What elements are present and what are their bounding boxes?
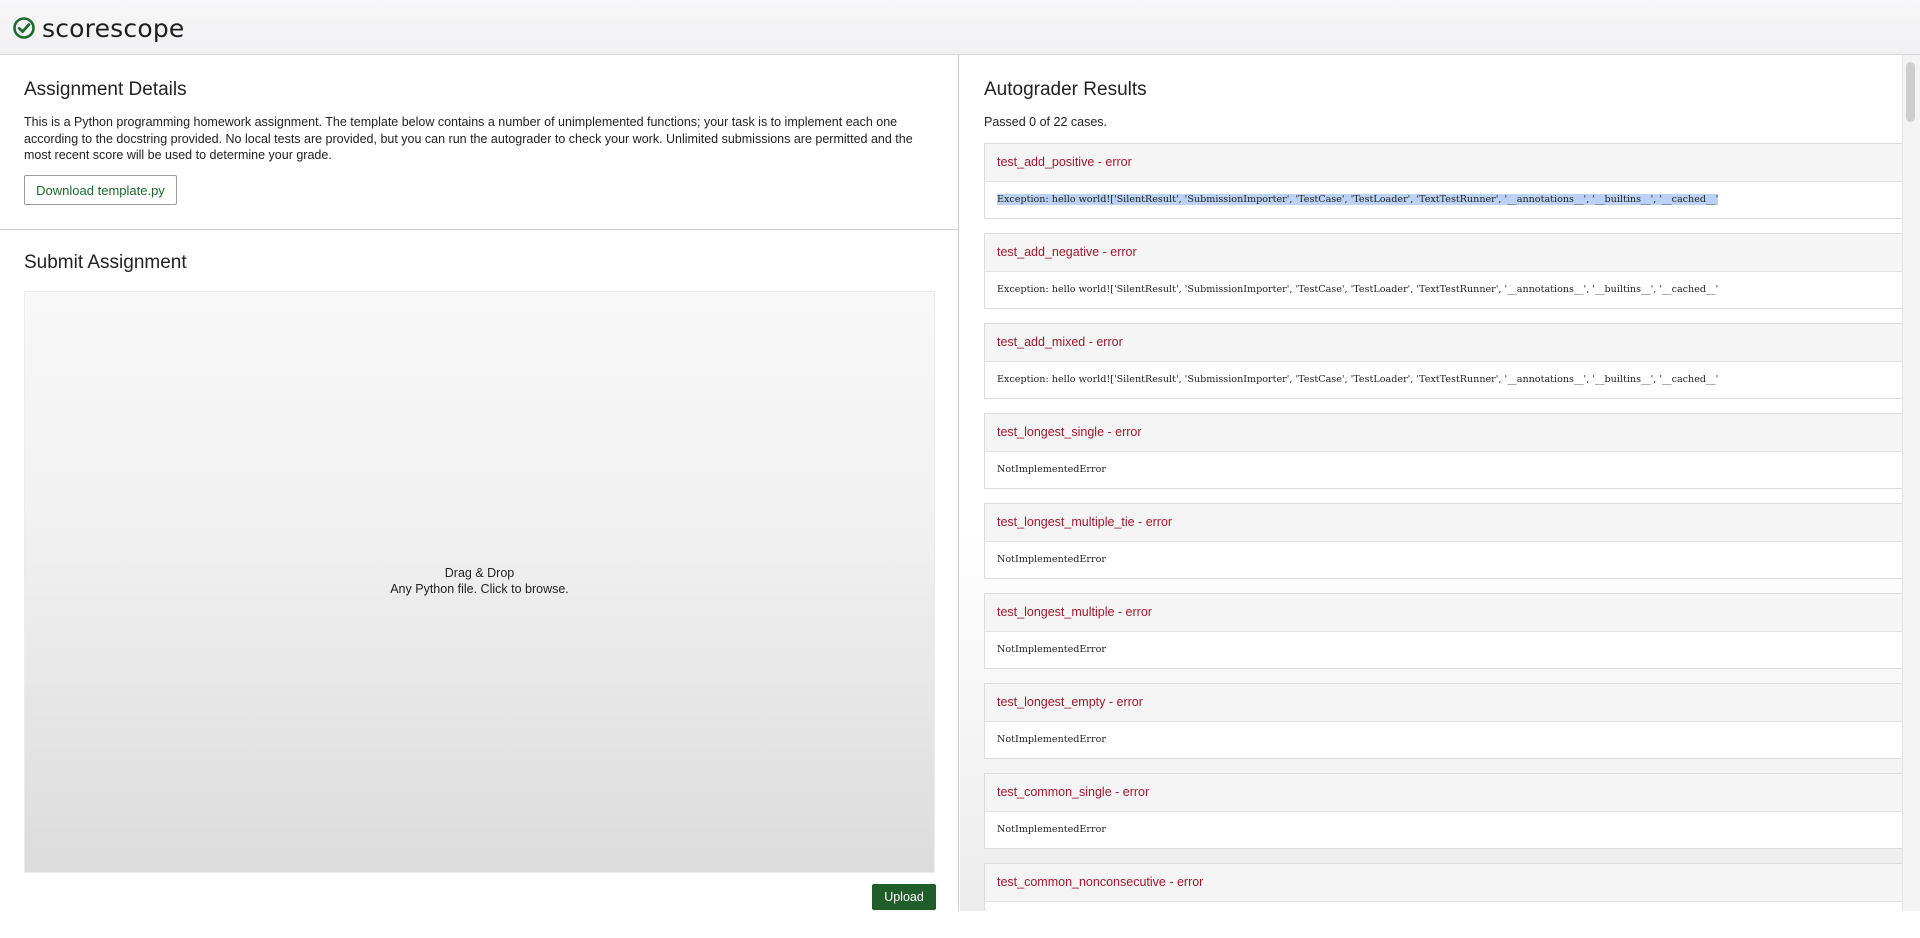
assignment-details-title: Assignment Details (24, 79, 187, 100)
test-result-name[interactable]: test_common_nonconsecutive - error (985, 864, 1918, 902)
autograder-results-title: Autograder Results (984, 79, 1147, 100)
download-template-button[interactable]: Download template.py (24, 175, 177, 205)
test-result-name[interactable]: test_longest_single - error (985, 414, 1918, 452)
test-result-message[interactable]: NotImplementedError (985, 542, 1918, 578)
test-result-card: test_common_single - error NotImplemente… (984, 773, 1919, 849)
test-result-message[interactable]: NotImplementedError (985, 632, 1918, 668)
brand-name: scorescope (42, 13, 185, 43)
top-navbar: scorescope (0, 0, 1920, 55)
assignment-description: This is a Python programming homework as… (24, 115, 913, 162)
autograder-results-panel: Autograder Results Passed 0 of 22 cases.… (960, 55, 1920, 911)
upload-button[interactable]: Upload (872, 884, 936, 910)
test-result-name[interactable]: test_longest_multiple - error (985, 594, 1918, 632)
test-result-card: test_longest_multiple - error NotImpleme… (984, 593, 1919, 669)
test-result-card: test_longest_multiple_tie - error NotImp… (984, 503, 1919, 579)
passed-summary: Passed 0 of 22 cases. (984, 115, 1107, 129)
brand-logo[interactable]: scorescope (12, 13, 185, 43)
test-result-name[interactable]: test_add_mixed - error (985, 324, 1918, 362)
test-result-card: test_common_nonconsecutive - error (984, 863, 1919, 911)
submit-assignment-panel: Submit Assignment Drag & Drop Any Python… (0, 231, 958, 911)
test-result-card: test_longest_single - error NotImplement… (984, 413, 1919, 489)
file-dropzone[interactable]: Drag & Drop Any Python file. Click to br… (24, 291, 935, 873)
test-result-name[interactable]: test_add_positive - error (985, 144, 1918, 182)
left-column: Assignment Details This is a Python prog… (0, 55, 959, 911)
check-circle-icon (12, 16, 36, 40)
test-result-message[interactable]: Exception: hello world!['SilentResult', … (985, 182, 1918, 218)
test-result-name[interactable]: test_longest_empty - error (985, 684, 1918, 722)
test-result-message[interactable]: Exception: hello world!['SilentResult', … (985, 362, 1918, 398)
test-result-name[interactable]: test_add_negative - error (985, 234, 1918, 272)
assignment-details-panel: Assignment Details This is a Python prog… (0, 55, 958, 230)
results-scrollbar[interactable] (1902, 55, 1920, 911)
test-result-card: test_add_negative - error Exception: hel… (984, 233, 1919, 309)
test-result-message[interactable]: NotImplementedError (985, 722, 1918, 758)
submit-assignment-title: Submit Assignment (24, 252, 187, 273)
test-result-card: test_add_positive - error Exception: hel… (984, 143, 1919, 219)
results-scrollbar-thumb[interactable] (1906, 62, 1915, 122)
test-result-name[interactable]: test_longest_multiple_tie - error (985, 504, 1918, 542)
dropzone-title: Drag & Drop (444, 566, 515, 580)
test-result-message[interactable]: NotImplementedError (985, 452, 1918, 488)
test-result-card: test_add_mixed - error Exception: hello … (984, 323, 1919, 399)
dropzone-hint: Any Python file. Click to browse. (390, 582, 569, 596)
selected-message-text[interactable]: Exception: hello world!['SilentResult', … (997, 194, 1719, 205)
test-result-name[interactable]: test_common_single - error (985, 774, 1918, 812)
test-result-message[interactable]: NotImplementedError (985, 812, 1918, 848)
test-result-message[interactable]: Exception: hello world!['SilentResult', … (985, 272, 1918, 308)
test-result-message[interactable] (985, 902, 1918, 938)
test-result-card: test_longest_empty - error NotImplemente… (984, 683, 1919, 759)
